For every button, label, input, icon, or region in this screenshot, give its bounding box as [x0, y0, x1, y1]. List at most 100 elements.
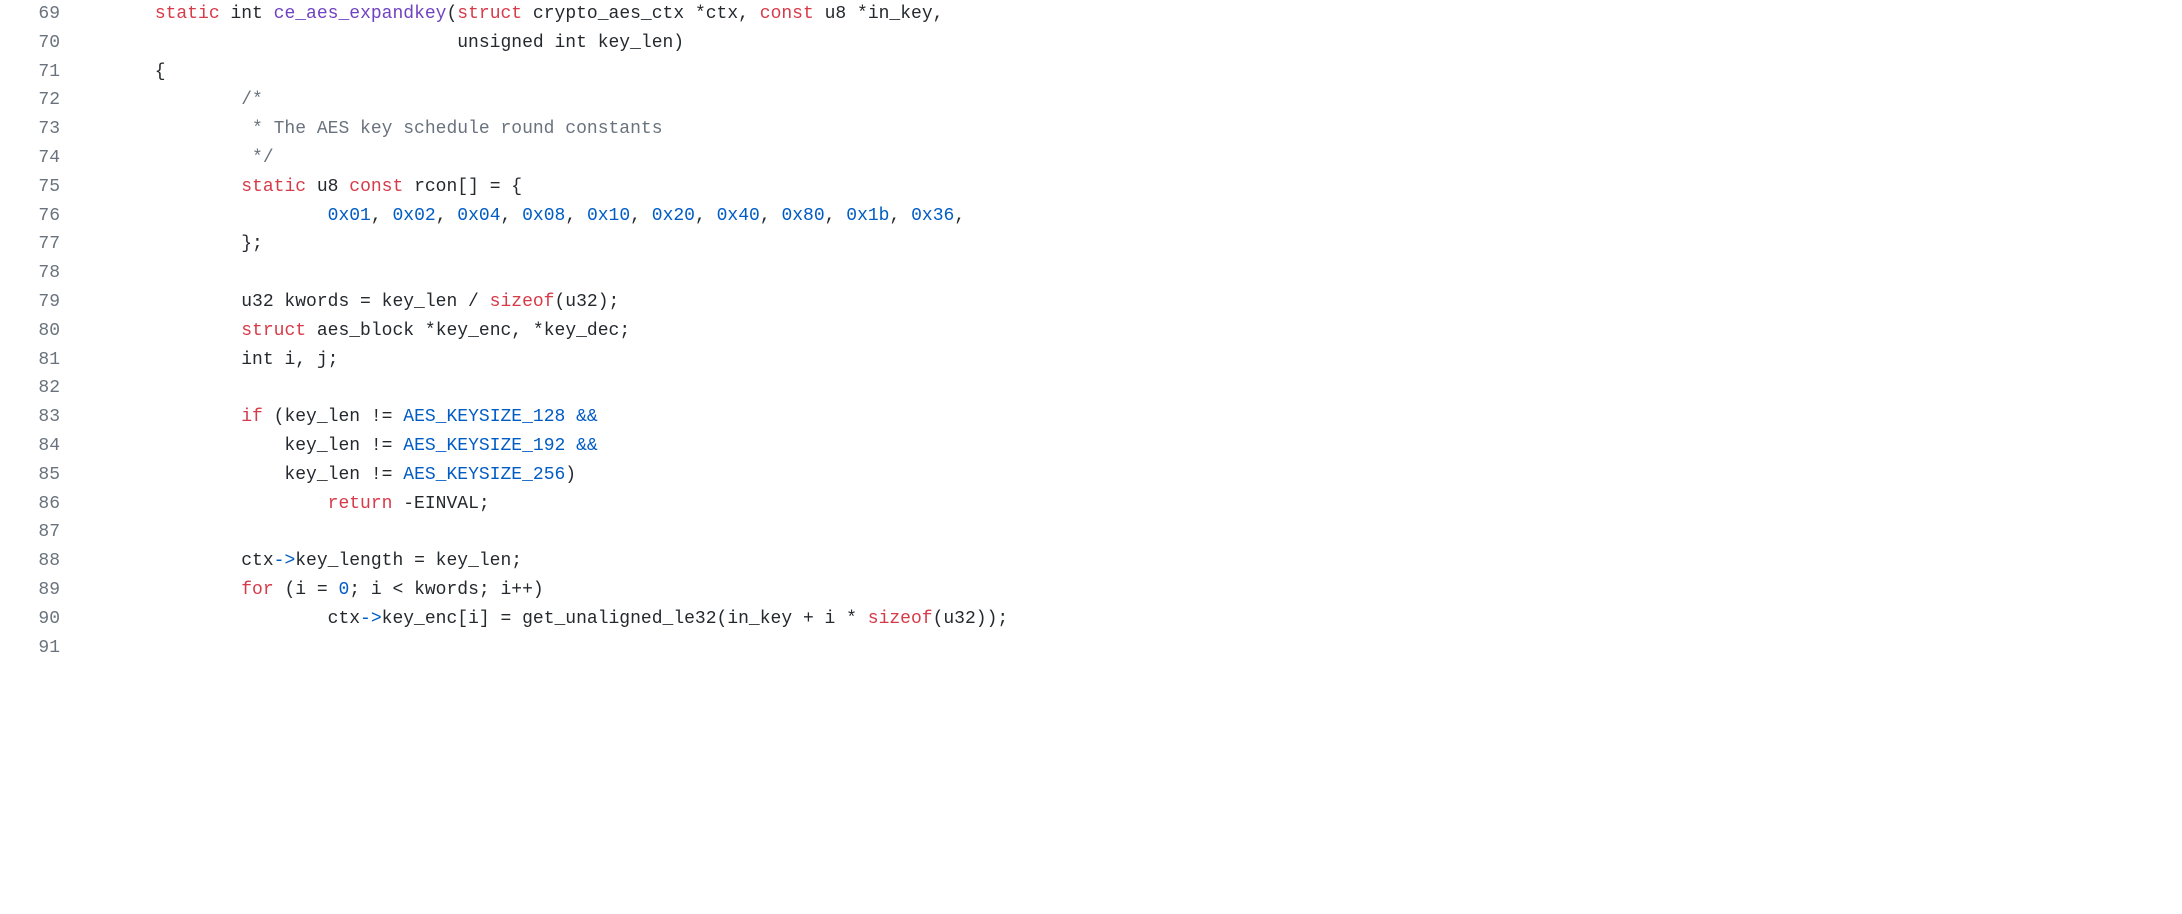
code-content[interactable]: ctx->key_length = key_len;: [80, 547, 2182, 576]
code-content[interactable]: [80, 518, 2182, 547]
code-token: for: [241, 580, 273, 600]
code-line[interactable]: 74 */: [0, 144, 2182, 173]
code-content[interactable]: struct aes_block *key_enc, *key_dec;: [80, 317, 2182, 346]
line-number: 81: [0, 346, 80, 375]
code-content[interactable]: for (i = 0; i < kwords; i++): [80, 576, 2182, 605]
code-content[interactable]: unsigned int key_len): [80, 29, 2182, 58]
code-token: ,: [501, 206, 523, 226]
code-line[interactable]: 78: [0, 259, 2182, 288]
code-content[interactable]: * The AES key schedule round constants: [80, 115, 2182, 144]
code-line[interactable]: 79 u32 kwords = key_len / sizeof(u32);: [0, 288, 2182, 317]
code-line[interactable]: 90 ctx->key_enc[i] = get_unaligned_le32(…: [0, 605, 2182, 634]
code-token: *: [425, 321, 436, 341]
code-line[interactable]: 88 ctx->key_length = key_len;: [0, 547, 2182, 576]
code-content[interactable]: [80, 634, 2182, 663]
code-content[interactable]: 0x01, 0x02, 0x04, 0x08, 0x10, 0x20, 0x40…: [80, 202, 2182, 231]
code-token: int: [241, 350, 273, 370]
code-line[interactable]: 76 0x01, 0x02, 0x04, 0x08, 0x10, 0x20, 0…: [0, 202, 2182, 231]
line-number: 75: [0, 173, 80, 202]
code-token: ; i < kwords; i++): [349, 580, 543, 600]
code-line[interactable]: 83 if (key_len != AES_KEYSIZE_128 &&: [0, 403, 2182, 432]
code-token: ,: [630, 206, 652, 226]
code-token: ,: [436, 206, 458, 226]
code-token: key_len): [587, 33, 684, 53]
line-number: 70: [0, 29, 80, 58]
code-token: */: [252, 148, 274, 168]
code-content[interactable]: key_len != AES_KEYSIZE_256): [80, 461, 2182, 490]
code-line[interactable]: 91: [0, 634, 2182, 663]
line-number: 69: [0, 0, 80, 29]
code-token: [90, 206, 328, 226]
code-line[interactable]: 77 };: [0, 230, 2182, 259]
code-line[interactable]: 75 static u8 const rcon[] = {: [0, 173, 2182, 202]
code-token: get_unaligned_le32: [522, 609, 716, 629]
line-number: 79: [0, 288, 80, 317]
code-content[interactable]: {: [80, 58, 2182, 87]
code-token: [90, 407, 241, 427]
line-number: 85: [0, 461, 80, 490]
code-token: ,: [695, 206, 717, 226]
code-token: 0x80: [781, 206, 824, 226]
line-number: 86: [0, 490, 80, 519]
code-line[interactable]: 70 unsigned int key_len): [0, 29, 2182, 58]
code-token: ce_aes_expandkey: [274, 4, 447, 24]
code-block[interactable]: 69 static int ce_aes_expandkey(struct cr…: [0, 0, 2182, 662]
code-token: (key_len !=: [263, 407, 403, 427]
code-line[interactable]: 81 int i, j;: [0, 346, 2182, 375]
code-token: ,: [825, 206, 847, 226]
code-token: const: [349, 177, 403, 197]
code-token: ctx: [90, 551, 274, 571]
code-token: (: [446, 4, 457, 24]
code-token: 0x04: [457, 206, 500, 226]
code-content[interactable]: if (key_len != AES_KEYSIZE_128 &&: [80, 403, 2182, 432]
code-line[interactable]: 84 key_len != AES_KEYSIZE_192 &&: [0, 432, 2182, 461]
code-line[interactable]: 86 return -EINVAL;: [0, 490, 2182, 519]
code-token: [90, 119, 252, 139]
line-number: 87: [0, 518, 80, 547]
code-line[interactable]: 69 static int ce_aes_expandkey(struct cr…: [0, 0, 2182, 29]
code-token: [220, 4, 231, 24]
code-line[interactable]: 87: [0, 518, 2182, 547]
line-number: 91: [0, 634, 80, 663]
code-content[interactable]: static u8 const rcon[] = {: [80, 173, 2182, 202]
code-content[interactable]: };: [80, 230, 2182, 259]
code-content[interactable]: return -EINVAL;: [80, 490, 2182, 519]
code-content[interactable]: static int ce_aes_expandkey(struct crypt…: [80, 0, 2182, 29]
code-token: struct: [241, 321, 306, 341]
code-content[interactable]: u32 kwords = key_len / sizeof(u32);: [80, 288, 2182, 317]
code-token: ->: [360, 609, 382, 629]
code-token: ->: [274, 551, 296, 571]
code-line[interactable]: 73 * The AES key schedule round constant…: [0, 115, 2182, 144]
code-content[interactable]: ctx->key_enc[i] = get_unaligned_le32(in_…: [80, 605, 2182, 634]
code-token: int: [554, 33, 586, 53]
code-line[interactable]: 82: [0, 374, 2182, 403]
code-token: ): [565, 465, 576, 485]
code-token: {: [90, 62, 166, 82]
line-number: 72: [0, 86, 80, 115]
code-token: ,: [954, 206, 965, 226]
code-content[interactable]: /*: [80, 86, 2182, 115]
code-content[interactable]: */: [80, 144, 2182, 173]
code-content[interactable]: key_len != AES_KEYSIZE_192 &&: [80, 432, 2182, 461]
code-token: u8: [306, 177, 349, 197]
code-token: 0x40: [717, 206, 760, 226]
code-token: 0x10: [587, 206, 630, 226]
line-number: 90: [0, 605, 80, 634]
code-token: AES_KEYSIZE_256: [403, 465, 565, 485]
code-token: * The AES key schedule round constants: [252, 119, 662, 139]
code-token: *: [533, 321, 544, 341]
code-token: ctx,: [706, 4, 760, 24]
code-line[interactable]: 89 for (i = 0; i < kwords; i++): [0, 576, 2182, 605]
code-content[interactable]: [80, 259, 2182, 288]
code-token: AES_KEYSIZE_192: [403, 436, 565, 456]
code-token: struct: [457, 4, 522, 24]
code-line[interactable]: 72 /*: [0, 86, 2182, 115]
code-line[interactable]: 80 struct aes_block *key_enc, *key_dec;: [0, 317, 2182, 346]
code-content[interactable]: [80, 374, 2182, 403]
code-token: (u32);: [554, 292, 619, 312]
code-line[interactable]: 85 key_len != AES_KEYSIZE_256): [0, 461, 2182, 490]
code-token: &&: [576, 436, 598, 456]
code-content[interactable]: int i, j;: [80, 346, 2182, 375]
code-line[interactable]: 71 {: [0, 58, 2182, 87]
code-token: i, j;: [274, 350, 339, 370]
